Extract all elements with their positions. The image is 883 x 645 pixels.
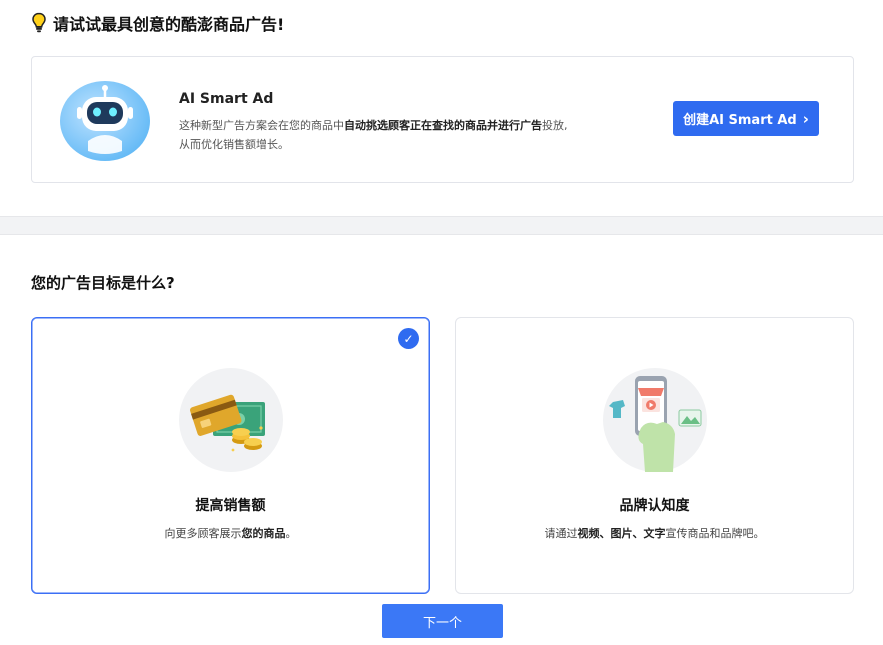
create-ai-smart-ad-button[interactable]: 创建AI Smart Ad › xyxy=(673,101,819,136)
ai-desc-part2: 投放, xyxy=(542,119,568,132)
next-button[interactable]: 下一个 xyxy=(382,604,503,638)
ai-desc-part1: 这种新型广告方案会在您的商品中 xyxy=(179,119,344,132)
chevron-right-icon: › xyxy=(802,109,809,128)
create-ai-smart-ad-label: 创建AI Smart Ad xyxy=(683,113,797,128)
ai-smart-ad-description: 这种新型广告方案会在您的商品中自动挑选顾客正在查找的商品并进行广告投放, 从而优… xyxy=(179,116,619,154)
promo-heading: 请试试最具创意的酷澎商品广告! xyxy=(31,11,284,35)
check-icon: ✓ xyxy=(398,328,419,349)
goal-desc-part1: 向更多顾客展示 xyxy=(164,527,242,540)
goal-desc-bold: 视频、图片、文字 xyxy=(577,527,666,540)
ai-smart-ad-name: AI Smart Ad xyxy=(179,91,274,107)
robot-icon xyxy=(60,81,150,161)
phone-shop-video-icon xyxy=(603,368,707,472)
goal-desc-part2: 宣传商品和品牌吧。 xyxy=(665,527,765,540)
goal-desc-part1: 请通过 xyxy=(544,527,578,540)
ai-desc-bold: 自动挑选顾客正在查找的商品并进行广告 xyxy=(344,119,542,132)
goal-desc-part2: 。 xyxy=(285,527,297,540)
goal-option-brand-awareness[interactable]: 品牌认知度 请通过视频、图片、文字宣传商品和品牌吧。 xyxy=(455,317,854,594)
section-divider xyxy=(0,216,883,235)
promo-heading-text: 请试试最具创意的酷澎商品广告! xyxy=(53,15,285,34)
goal-option-title: 品牌认知度 xyxy=(619,498,690,514)
goal-option-increase-sales[interactable]: ✓ 提高销售额 向更多顾客展示您的商品。 xyxy=(31,317,430,594)
ai-smart-ad-card: AI Smart Ad 这种新型广告方案会在您的商品中自动挑选顾客正在查找的商品… xyxy=(31,56,854,183)
ai-desc-line2: 从而优化销售额增长。 xyxy=(179,138,289,151)
goal-option-description: 请通过视频、图片、文字宣传商品和品牌吧。 xyxy=(456,525,853,541)
credit-card-coins-icon xyxy=(179,368,283,472)
goal-option-description: 向更多顾客展示您的商品。 xyxy=(32,525,429,541)
next-button-label: 下一个 xyxy=(422,615,462,631)
ad-goal-page: 请试试最具创意的酷澎商品广告! AI Smart Ad 这种新型广告方案会在您的 xyxy=(0,0,883,645)
lightbulb-icon xyxy=(32,12,46,33)
goal-desc-bold: 您的商品 xyxy=(241,527,286,540)
goal-section-title: 您的广告目标是什么? xyxy=(31,274,175,292)
goal-option-title: 提高销售额 xyxy=(195,498,266,514)
